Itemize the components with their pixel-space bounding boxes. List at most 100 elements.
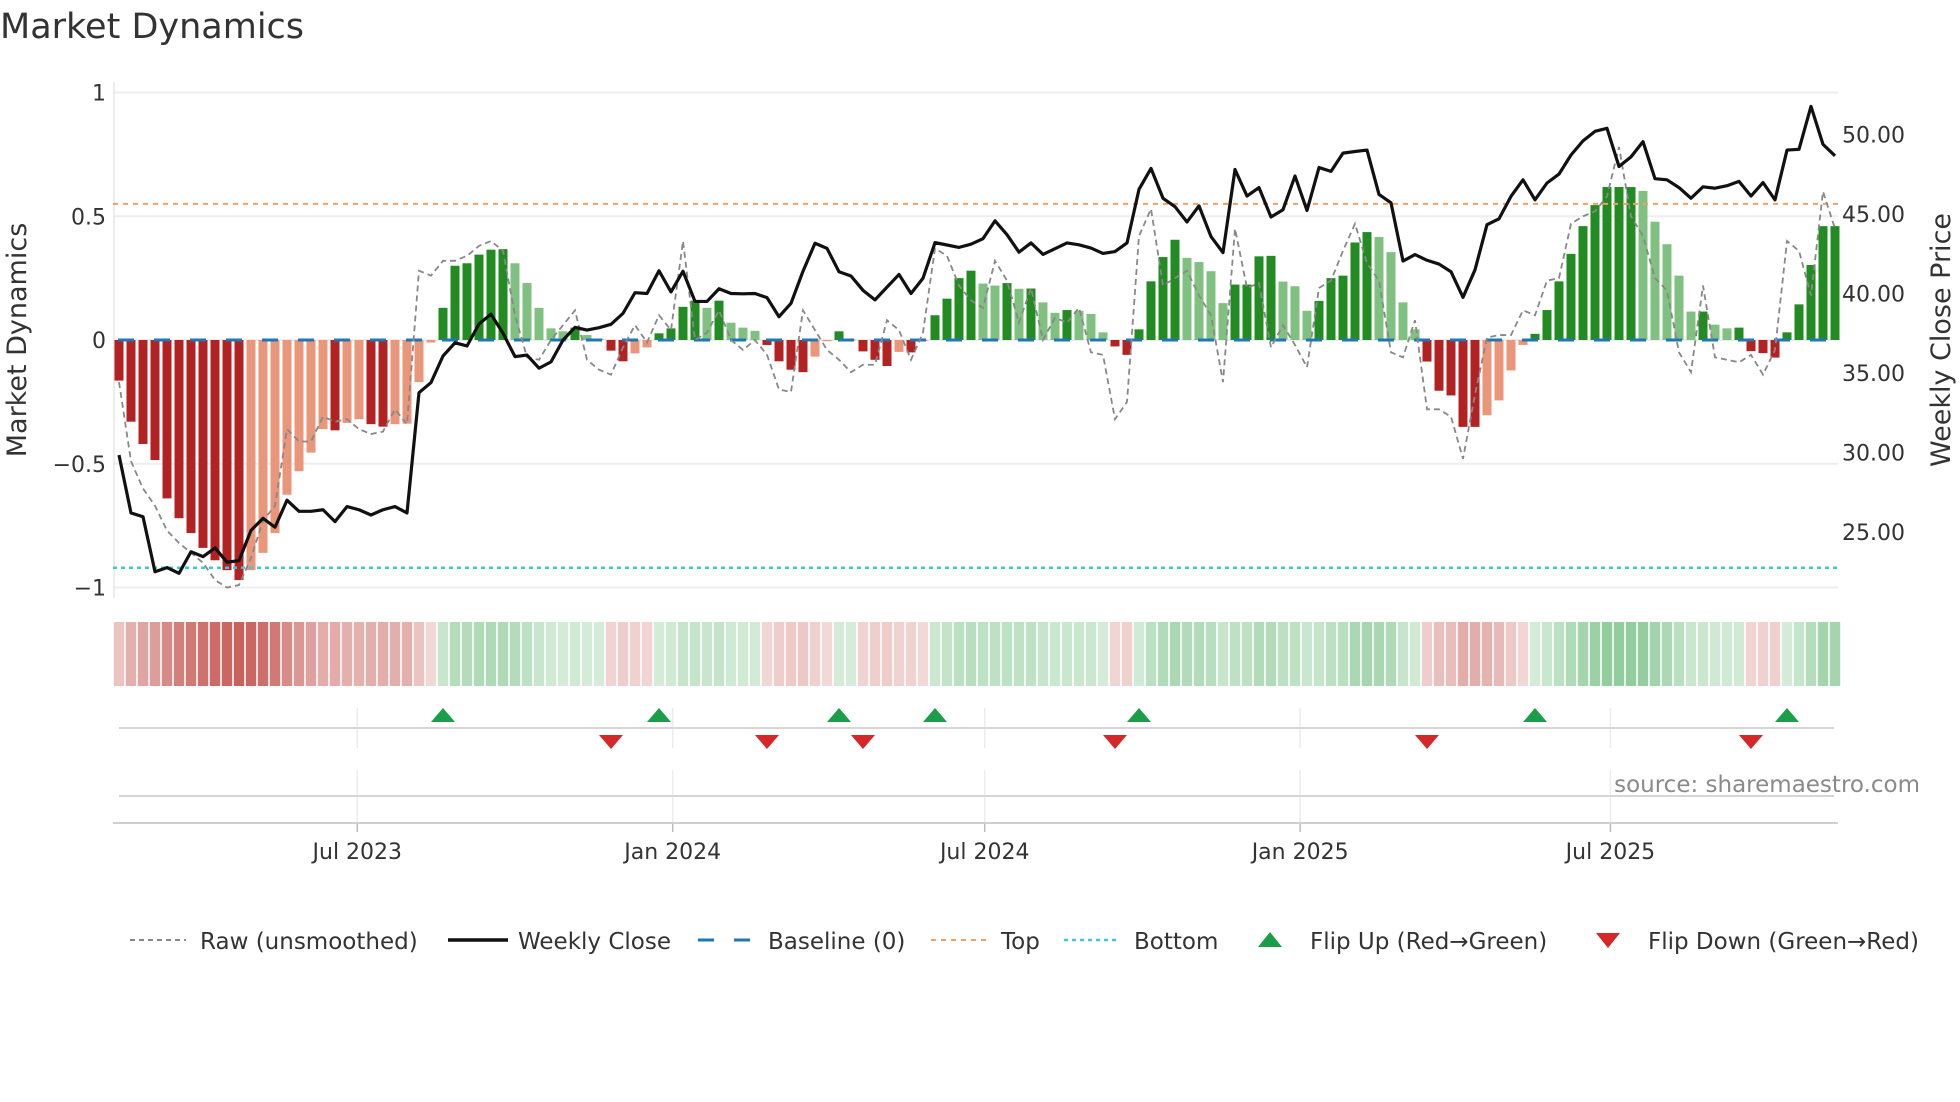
strip-cell [1301,622,1313,686]
momentum-bar [162,340,172,499]
strip-cell [137,622,149,686]
strip-cell [1181,622,1193,686]
flip-up-marker [1523,708,1547,722]
strip-cell [125,622,137,686]
strip-cell [1325,622,1337,686]
flip-up-marker [431,708,455,722]
strip-cell [1757,622,1769,686]
momentum-bar [282,340,292,495]
legend-flip-down-icon [1596,933,1620,948]
momentum-bars [114,187,1840,581]
momentum-bar [1554,281,1564,340]
y-tick-label: −0.5 [53,453,106,478]
strip-cell [1697,622,1709,686]
strip-cell [1613,622,1625,686]
momentum-bar [354,340,364,420]
strip-cell [293,622,305,686]
strip-cell [617,622,629,686]
legend-label: Raw (unsmoothed) [200,929,418,955]
strip-cell [1709,622,1721,686]
momentum-bar [858,340,868,352]
strip-cell [929,622,941,686]
momentum-bar [774,340,784,362]
strip-cell [473,622,485,686]
momentum-bar [714,300,724,340]
momentum-bar [462,263,472,340]
strip-cell [569,622,581,686]
strip-cell [653,622,665,686]
momentum-bar [822,340,832,342]
strip-cell [1241,622,1253,686]
strip-cell [1553,622,1565,686]
raw-series-line [118,146,1836,589]
strip-cell [281,622,293,686]
flip-down-marker [755,735,779,749]
strip-cell [713,622,725,686]
momentum-bar [1242,284,1252,340]
strip-cell [1661,622,1673,686]
momentum-bar [1806,265,1816,340]
momentum-bar [210,340,220,561]
strip-cell [1397,622,1409,686]
strip-cell [1481,622,1493,686]
source-credit: source: sharemaestro.com [1614,772,1920,798]
strip-cell [221,622,233,686]
strip-cell [1253,622,1265,686]
strip-cell [1793,622,1805,686]
strip-cell [437,622,449,686]
strip-cell [113,622,125,686]
momentum-bar [1146,281,1156,340]
momentum-bar [150,340,160,461]
momentum-bar [1110,340,1120,347]
strip-cell [1313,622,1325,686]
strip-cell [1001,622,1013,686]
legend: Raw (unsmoothed) Weekly Close Baseline (0)… [130,929,1919,955]
strip-cell [1193,622,1205,686]
strip-cell [1625,622,1637,686]
strip-cell [1601,622,1613,686]
x-tick-label: Jul 2024 [938,840,1030,865]
strip-cell [1685,622,1697,686]
momentum-bar [1374,237,1384,340]
momentum-bar [1830,226,1840,340]
momentum-bar [126,340,136,422]
strip-cell [1133,622,1145,686]
momentum-bar [606,340,616,351]
x-tick-label: Jul 2023 [311,840,403,865]
series-lines [117,104,1837,589]
strip-cell [1013,622,1025,686]
momentum-bar [1326,278,1336,340]
strip-cell [773,622,785,686]
momentum-bar [630,340,640,354]
momentum-bar [882,340,892,366]
x-tick-label: Jan 2025 [1250,840,1349,865]
strip-cell [833,622,845,686]
y-tick-label: 0.5 [71,205,106,230]
momentum-bar [234,340,244,581]
strip-cell [329,622,341,686]
strip-cell [1721,622,1733,686]
strip-cell [1529,622,1541,686]
momentum-bar [618,340,628,362]
strip-cell [1109,622,1121,686]
strip-cell [161,622,173,686]
legend-label: Baseline (0) [768,929,905,955]
momentum-bar [1026,288,1036,340]
momentum-bar [1062,310,1072,340]
strip-cell [1505,622,1517,686]
flip-up-marker [1127,708,1151,722]
momentum-bar [1254,256,1264,340]
strip-cell [761,622,773,686]
momentum-bar [750,330,760,340]
flip-markers-panel [119,708,1834,823]
strip-cell [1445,622,1457,686]
legend-label: Bottom [1134,929,1218,955]
strip-cell [1433,622,1445,686]
y2-tick-label: 50.00 [1842,124,1905,149]
momentum-bar [450,265,460,340]
right-axis-ticks: 50.00 45.00 40.00 35.00 30.00 25.00 [1842,124,1905,547]
momentum-bar [342,340,352,423]
strip-cell [1517,622,1529,686]
momentum-bar [1698,311,1708,340]
left-axis-ticks: 1 0.5 0 −0.5 −1 [53,82,106,602]
